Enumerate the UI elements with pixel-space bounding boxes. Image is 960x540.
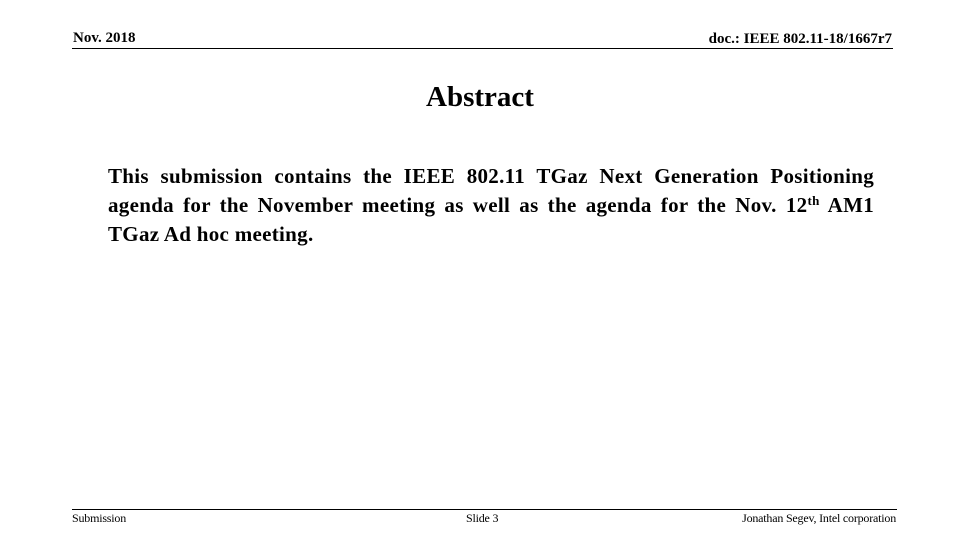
slide-title: Abstract	[426, 81, 534, 113]
header-date: Nov. 2018	[73, 30, 136, 46]
footer-divider	[72, 509, 897, 510]
abstract-text: This submission contains the IEEE 802.11…	[108, 164, 874, 217]
footer-author: Jonathan Segev, Intel corporation	[742, 511, 896, 525]
header-doc-id: doc.: IEEE 802.11-18/1667r7	[708, 31, 892, 47]
abstract-body: This submission contains the IEEE 802.11…	[108, 162, 874, 249]
footer-slide-number: Slide 3	[466, 511, 499, 525]
ordinal-suffix: th	[807, 193, 820, 208]
footer-submission: Submission	[72, 511, 127, 525]
header-divider	[72, 48, 893, 49]
